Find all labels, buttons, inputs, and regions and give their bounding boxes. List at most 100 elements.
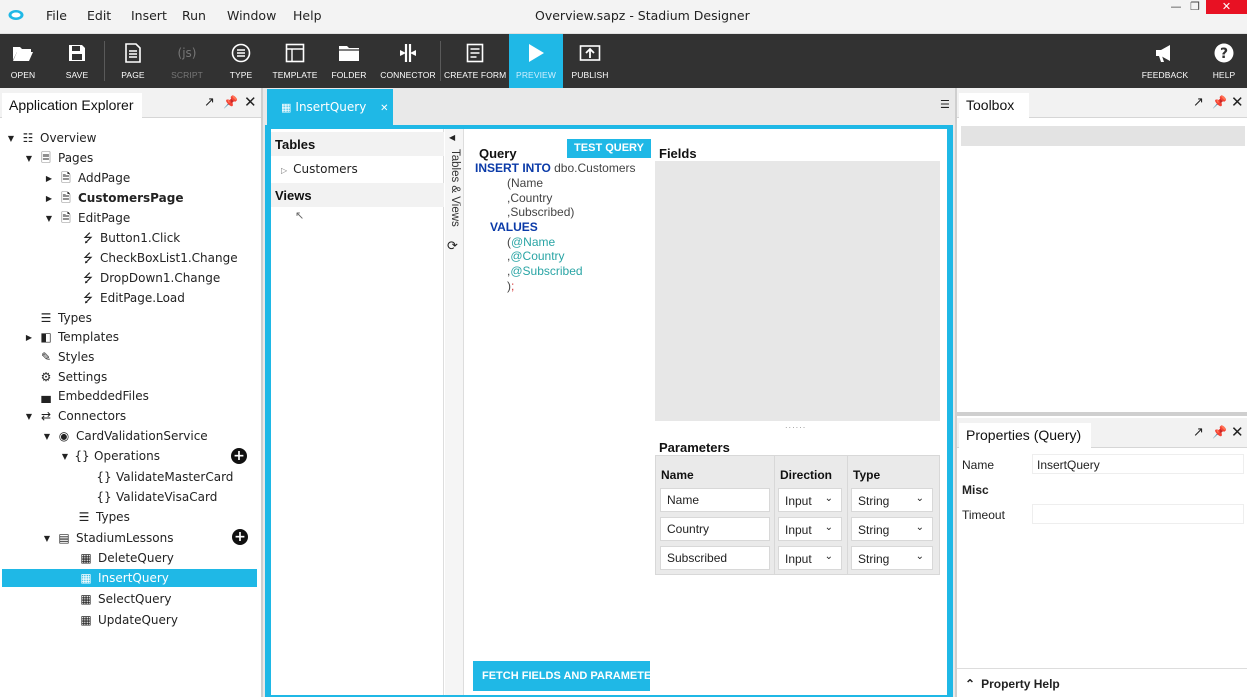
tables-views-sidebar[interactable]: ◀ Tables & Views ⟳ [445,129,464,695]
tree-node-stadiumlessons[interactable]: ▼ ▤ StadiumLessons [42,529,174,547]
test-query-button[interactable]: TEST QUERY [567,139,651,158]
collapse-arrow-icon[interactable]: ▶ [24,333,34,342]
table-item-customers[interactable]: ▷ Customers [281,162,358,176]
collapse-left-icon[interactable]: ◀ [449,133,455,142]
publish-button[interactable]: PUBLISH [565,34,615,88]
resize-grip[interactable]: ...... [785,421,806,430]
expand-arrow-icon[interactable]: ▼ [6,134,16,143]
pin-icon[interactable]: 📌 [1212,95,1227,109]
tree-node-editpage[interactable]: ▼ 🗎 EditPage [44,209,130,227]
tree-node-customerspage[interactable]: ▶ 🗎 CustomersPage [44,189,184,207]
tree-node-selectquery[interactable]: ▦ SelectQuery [78,590,171,608]
sql-editor[interactable]: INSERT INTO dbo.Customers (Name ,Country… [465,159,655,659]
property-name-input[interactable]: InsertQuery [1032,454,1244,474]
feedback-button[interactable]: FEEDBACK [1140,34,1190,88]
tree-node-deletequery[interactable]: ▦ DeleteQuery [78,549,174,567]
param-name-input[interactable]: Name [660,488,770,512]
pop-out-icon[interactable]: ↗ [1193,425,1204,440]
param-type-select[interactable]: String ⌄ [851,517,933,541]
add-query-icon[interactable]: + [232,529,248,545]
tree-node-embeddedfiles[interactable]: ▄ EmbeddedFiles [38,387,148,405]
pin-icon[interactable]: 📌 [223,95,238,109]
tree-node-pages[interactable]: ▼ 🗏 Pages [24,149,93,167]
fetch-fields-button[interactable]: FETCH FIELDS AND PARAMETERS [473,661,650,691]
toolbox-search-bar[interactable] [961,126,1245,146]
tab-list-icon[interactable]: ☰ [940,98,950,111]
tree-node-event[interactable]: ⭍ DropDown1.Change [80,269,220,287]
right-panels: Toolbox ↗ 📌 ✕ Properties (Query) ↗ 📌 ✕ N… [957,88,1247,697]
close-icon[interactable]: ✕ [244,93,257,111]
open-button[interactable]: OPEN [0,34,46,88]
script-button[interactable]: (js) SCRIPT [164,34,210,88]
help-button[interactable]: ? HELP [1205,34,1243,88]
expand-arrow-icon[interactable]: ▼ [44,214,54,223]
menu-edit[interactable]: Edit [87,8,111,23]
type-button[interactable]: TYPE [218,34,264,88]
tab-insertquery[interactable]: ▦ InsertQuery ✕ [267,89,393,125]
param-name-input[interactable]: Country [660,517,770,541]
tree-node-operations[interactable]: ▼{} Operations [60,447,160,465]
tree-node-cardvalidationservice[interactable]: ▼ ◉ CardValidationService [42,427,208,445]
param-type-select[interactable]: String ⌄ [851,546,933,570]
preview-button[interactable]: PREVIEW [509,34,563,88]
folder-button[interactable]: FOLDER [326,34,372,88]
template-button[interactable]: TEMPLATE [271,34,319,88]
tree-node-validatemastercard[interactable]: {} ValidateMasterCard [96,468,233,486]
restore-icon[interactable]: ❐ [1186,0,1204,14]
param-direction-select[interactable]: Input ⌄ [778,488,842,512]
page-icon: 🗎 [61,211,71,225]
chevron-up-icon: ⌃ [965,677,976,691]
expand-arrow-icon[interactable]: ▼ [24,412,34,421]
collapse-arrow-icon[interactable]: ▶ [44,174,54,183]
property-help-toggle[interactable]: ⌃ Property Help [965,677,1060,691]
page-button[interactable]: PAGE [110,34,156,88]
parameters-label: Parameters [659,440,730,455]
pop-out-icon[interactable]: ↗ [1193,95,1204,110]
splitter[interactable] [957,412,1247,416]
refresh-icon[interactable]: ⟳ [447,239,458,254]
tree-node-event[interactable]: ⭍ Button1.Click [80,229,180,247]
param-name-input[interactable]: Subscribed [660,546,770,570]
expand-arrow-icon[interactable]: ▼ [42,432,52,441]
param-direction-select[interactable]: Input ⌄ [778,517,842,541]
tree-node-event[interactable]: ⭍ CheckBoxList1.Change [80,249,238,267]
menu-file[interactable]: File [46,8,67,23]
menu-window[interactable]: Window [227,8,276,23]
tree-node-types[interactable]: ☰ Types [38,309,92,327]
tree-node-validatevisacard[interactable]: {} ValidateVisaCard [96,488,217,506]
param-direction-select[interactable]: Input ⌄ [778,546,842,570]
expand-arrow-icon[interactable]: ▼ [24,154,34,163]
tree-node-overview[interactable]: ▼ ☷ Overview [6,129,97,147]
tree-node-insertquery[interactable]: ▦ InsertQuery [2,569,257,587]
pin-icon[interactable]: 📌 [1212,425,1227,439]
close-window-icon[interactable]: ✕ [1206,0,1247,14]
tree-node-templates[interactable]: ▶ ◧ Templates [24,328,119,346]
create-form-button[interactable]: CREATE FORM [444,34,506,88]
tree-node-event[interactable]: ⭍ EditPage.Load [80,289,185,307]
minimize-icon[interactable]: — [1168,0,1184,14]
document-tabstrip: ▦ InsertQuery ✕ ☰ [263,88,955,125]
title-bar: File Edit Insert Run Window Help Overvie… [0,0,1247,34]
expand-arrow-icon[interactable]: ▼ [60,452,70,461]
pop-out-icon[interactable]: ↗ [204,95,215,110]
close-icon[interactable]: ✕ [1231,93,1244,111]
property-timeout-input[interactable] [1032,504,1244,524]
close-icon[interactable]: ✕ [1231,423,1244,441]
expand-arrow-icon[interactable]: ▼ [42,534,52,543]
collapse-arrow-icon[interactable]: ▶ [44,194,54,203]
collapse-arrow-icon[interactable]: ▷ [281,166,287,175]
close-tab-icon[interactable]: ✕ [380,103,388,114]
tree-node-addpage[interactable]: ▶ 🗎 AddPage [44,169,130,187]
param-type-select[interactable]: String ⌄ [851,488,933,512]
menu-insert[interactable]: Insert [131,8,167,23]
tree-node-connectors[interactable]: ▼ ⇄ Connectors [24,407,126,425]
add-operation-icon[interactable]: + [231,448,247,464]
save-button[interactable]: SAVE [54,34,100,88]
tree-node-styles[interactable]: ✎ Styles [38,348,94,366]
tree-node-types[interactable]: ☰ Types [76,508,130,526]
connector-button[interactable]: CONNECTOR [378,34,438,88]
tree-node-settings[interactable]: ⚙ Settings [38,368,108,386]
tree-node-updatequery[interactable]: ▦ UpdateQuery [78,611,178,629]
menu-run[interactable]: Run [182,8,206,23]
menu-help[interactable]: Help [293,8,322,23]
